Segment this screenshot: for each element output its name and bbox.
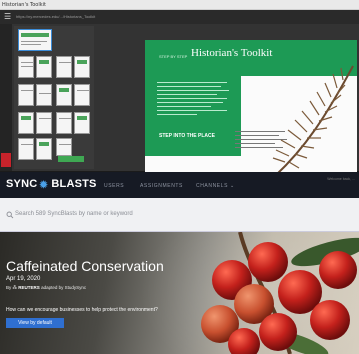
browser-tab[interactable]: Historian's Toolkit (2, 1, 46, 9)
browser-tab-bar: Historian's Toolkit (0, 0, 359, 10)
text-line (157, 94, 217, 95)
url-text[interactable]: https://ny.mercedes.edu/.../Historians_T… (16, 13, 346, 21)
document-page: STEP BY STEP Historian's Toolkit STEP IN… (145, 40, 357, 190)
page-thumbnail[interactable] (18, 29, 52, 51)
starburst-icon: ✹ (39, 180, 48, 191)
page-thumbnail[interactable] (18, 56, 34, 78)
fern-illustration (272, 65, 354, 177)
url-bar: ☰ https://ny.mercedes.edu/.../Historians… (0, 10, 359, 24)
text-line (157, 90, 229, 91)
page-thumbnail[interactable] (74, 112, 90, 134)
thumb-band (77, 60, 87, 64)
thumbnail-action-button[interactable] (58, 156, 84, 162)
thumb-line (21, 90, 33, 91)
thumb-line (39, 118, 51, 119)
page-intro-block (145, 76, 241, 156)
text-line (157, 106, 211, 107)
byline-suffix: adapted by StudySync (41, 285, 87, 290)
thumb-band (39, 60, 49, 64)
viewer-rail (0, 24, 12, 171)
text-line (157, 102, 223, 103)
thumb-band (59, 88, 69, 92)
search-input[interactable]: Search 589 SyncBlasts by name or keyword (15, 211, 133, 217)
thumb-band (77, 116, 87, 120)
coffee-cherries-image (201, 232, 359, 354)
page-thumbnail[interactable] (36, 112, 52, 134)
page-thumbnail[interactable] (56, 138, 72, 156)
page-thumbnail[interactable] (56, 56, 72, 78)
screen: Historian's Toolkit ☰ https://ny.mercede… (0, 0, 359, 354)
thumb-line (59, 144, 71, 145)
text-line (157, 98, 227, 99)
page-thumbnail[interactable] (74, 84, 90, 106)
driving-question: How can we encourage businesses to help … (6, 307, 158, 313)
thumb-line (77, 90, 89, 91)
page-kicker: STEP BY STEP (159, 54, 188, 59)
nav-assignments[interactable]: ASSIGNMENTS (140, 183, 183, 189)
blast-title: Caffeinated Conservation (6, 258, 164, 274)
search-icon (6, 211, 14, 219)
syncblasts-logo[interactable]: SYNC ✹ BLASTS (6, 178, 97, 191)
brand-logo (1, 153, 11, 167)
document-viewer: STEP BY STEP Historian's Toolkit STEP IN… (0, 24, 359, 196)
reuters-logo-icon: ⁂ (12, 285, 18, 290)
byline-prefix: By (6, 285, 12, 290)
page-thumbnail[interactable] (36, 84, 52, 106)
text-line (157, 114, 197, 115)
page-thumbnail[interactable] (56, 84, 72, 106)
search-bar[interactable]: Search 589 SyncBlasts by name or keyword (0, 198, 359, 232)
nav-channels[interactable]: CHANNELS ⌄ (196, 183, 235, 189)
source-name: REUTERS (18, 285, 40, 290)
thumb-band (39, 142, 49, 146)
page-thumbnail[interactable] (56, 112, 72, 134)
page-thumbnail[interactable] (36, 56, 52, 78)
page-title: Historian's Toolkit (191, 47, 273, 59)
view-blast-button[interactable]: View by default (6, 318, 64, 328)
menu-icon[interactable]: ☰ (4, 13, 12, 21)
thumb-band (21, 116, 31, 120)
page-thumbnail[interactable] (18, 84, 34, 106)
text-line (157, 86, 221, 87)
logo-sync: SYNC (6, 178, 38, 190)
featured-blast-hero: Caffeinated Conservation Apr 19, 2020 By… (0, 232, 359, 354)
thumbnail-panel[interactable] (14, 26, 94, 169)
text-line (157, 110, 227, 111)
thumb-line (21, 66, 33, 67)
page-thumbnail[interactable] (36, 138, 52, 160)
text-line (157, 82, 227, 83)
header-right-text[interactable]: Welcome back, ... (327, 177, 355, 181)
page-thumbnail[interactable] (74, 56, 90, 78)
blast-byline: By ⁂ REUTERS adapted by StudySync (6, 285, 86, 291)
step-heading: STEP INTO THE PLACE (159, 133, 215, 139)
thumb-band (21, 33, 49, 37)
thumb-line (59, 62, 71, 63)
thumb-line (39, 93, 51, 94)
nav-users[interactable]: USERS (104, 183, 124, 189)
thumb-line (21, 144, 33, 145)
blast-date: Apr 19, 2020 (6, 276, 41, 282)
thumb-line (21, 41, 47, 42)
thumb-line (21, 62, 33, 63)
logo-blasts: BLASTS (51, 178, 97, 190)
thumb-line (59, 118, 71, 119)
page-thumbnail[interactable] (18, 138, 34, 160)
page-thumbnail[interactable] (18, 112, 34, 134)
app-header: SYNC ✹ BLASTS USERS ASSIGNMENTS CHANNELS ⌄… (0, 172, 359, 198)
thumb-line (21, 44, 41, 45)
